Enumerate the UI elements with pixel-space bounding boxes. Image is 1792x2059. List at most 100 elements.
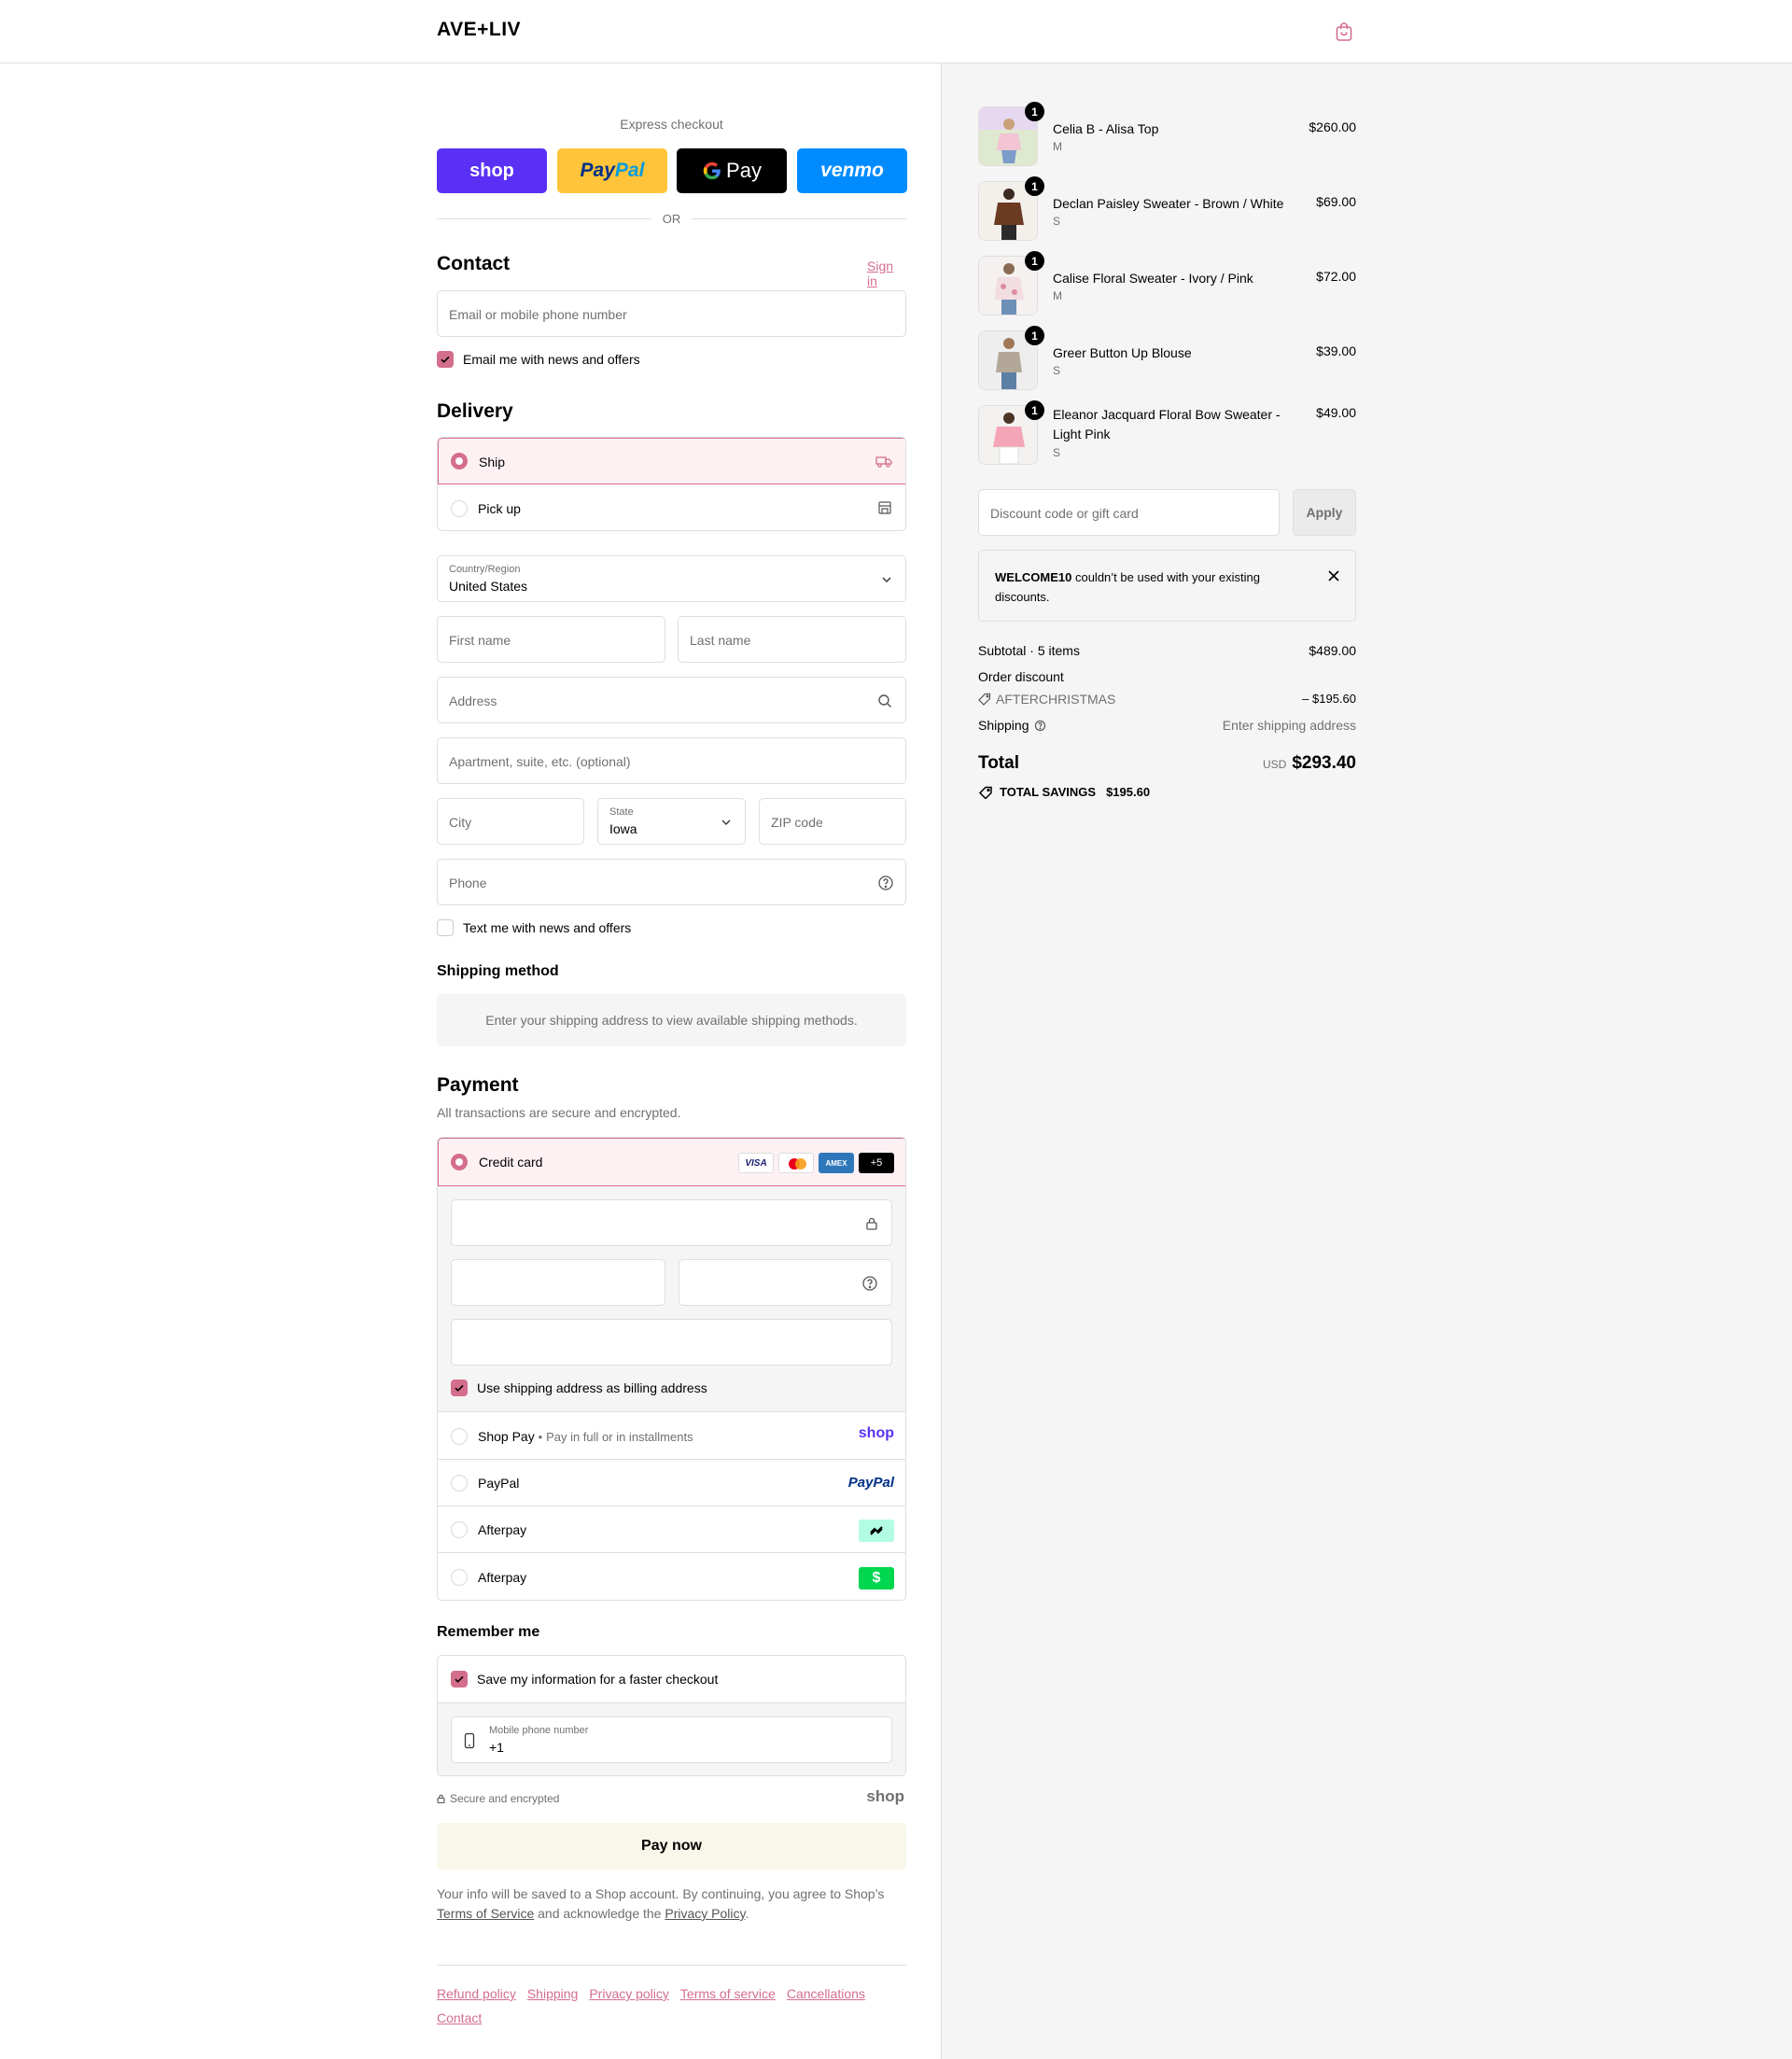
close-icon[interactable] xyxy=(1327,569,1340,582)
billing-same-option[interactable]: Use shipping address as billing address xyxy=(451,1380,707,1396)
product-name: Greer Button Up Blouse xyxy=(1053,345,1192,360)
sms-optin-checkbox[interactable] xyxy=(437,919,454,936)
store-logo[interactable]: AVE+LIV xyxy=(437,19,521,41)
mobile-phone-icon xyxy=(464,1732,475,1749)
sms-optin[interactable]: Text me with news and offers xyxy=(437,919,631,936)
paypal-radio[interactable] xyxy=(451,1475,468,1492)
expiry-field[interactable] xyxy=(451,1259,665,1306)
privacy-policy-footer-link[interactable]: Privacy policy xyxy=(589,1986,669,2001)
shop-pay-button[interactable]: shop xyxy=(437,148,547,193)
paypal-button[interactable]: Pay Pal xyxy=(557,148,667,193)
legal-connector: and acknowledge the xyxy=(538,1906,662,1921)
mobile-phone-value: +1 xyxy=(489,1740,504,1755)
tag-icon xyxy=(978,693,991,706)
email-field[interactable]: Email or mobile phone number xyxy=(437,290,906,337)
pay-now-button[interactable]: Pay now xyxy=(437,1823,906,1870)
apply-label: Apply xyxy=(1306,505,1343,520)
more-cards-badge: +5 xyxy=(859,1153,894,1173)
or-divider: OR xyxy=(437,209,906,228)
zip-field[interactable]: ZIP code xyxy=(759,798,906,845)
save-info-checkbox[interactable] xyxy=(451,1671,468,1688)
contact-link[interactable]: Contact xyxy=(437,2010,482,2025)
venmo-button[interactable]: venmo xyxy=(797,148,907,193)
shipping-label: Shipping xyxy=(978,718,1029,733)
payment-option-afterpay[interactable]: Afterpay xyxy=(438,1506,905,1553)
payment-option-credit-card[interactable]: Credit card VISA AMEX +5 xyxy=(438,1138,905,1186)
check-icon xyxy=(455,1675,464,1683)
discount-code-placeholder: Discount code or gift card xyxy=(990,506,1139,521)
first-name-field[interactable]: First name xyxy=(437,616,665,663)
shop-logo: shop xyxy=(866,1787,904,1805)
product-variant: M xyxy=(1053,289,1062,302)
sign-in-link[interactable]: Sign in xyxy=(867,259,906,288)
sms-optin-label: Text me with news and offers xyxy=(463,920,632,935)
line-item: 1 Declan Paisley Sweater - Brown / White… xyxy=(978,176,1356,246)
shop-pay-label: Shop Pay xyxy=(478,1429,535,1444)
search-icon xyxy=(878,694,891,707)
secure-text: Secure and encrypted xyxy=(450,1792,560,1805)
shipping-policy-link[interactable]: Shipping xyxy=(527,1986,579,2001)
payment-option-cashapp[interactable]: Afterpay $ xyxy=(438,1554,905,1600)
payment-option-shop-pay[interactable]: Shop Pay • Pay in full or in installment… xyxy=(438,1413,905,1460)
help-circle-icon[interactable] xyxy=(1034,720,1046,732)
pickup-radio[interactable] xyxy=(451,500,468,517)
save-info-label: Save my information for a faster checkou… xyxy=(477,1672,719,1687)
apartment-placeholder: Apartment, suite, etc. (optional) xyxy=(449,754,631,769)
mobile-phone-field[interactable]: Mobile phone number +1 xyxy=(451,1716,892,1763)
discount-code-field[interactable]: Discount code or gift card xyxy=(978,489,1280,536)
help-circle-icon[interactable] xyxy=(861,1275,878,1292)
ship-radio[interactable] xyxy=(451,453,468,469)
country-label: Country/Region xyxy=(449,564,521,575)
afterpay-label: Afterpay xyxy=(478,1522,527,1537)
card-brand-list: VISA AMEX +5 xyxy=(738,1153,894,1173)
discount-code-text: AFTERCHRISTMAS xyxy=(996,692,1116,707)
credit-card-form: Use shipping address as billing address xyxy=(438,1186,905,1412)
security-code-field[interactable] xyxy=(679,1259,892,1306)
shop-pay-radio[interactable] xyxy=(451,1428,468,1445)
terms-of-service-footer-link[interactable]: Terms of service xyxy=(680,1986,776,2001)
phone-field[interactable]: Phone xyxy=(437,859,906,905)
card-number-field[interactable] xyxy=(451,1199,892,1246)
last-name-field[interactable]: Last name xyxy=(678,616,906,663)
state-select[interactable]: State Iowa xyxy=(597,798,746,845)
city-field[interactable]: City xyxy=(437,798,584,845)
apply-discount-button[interactable]: Apply xyxy=(1293,489,1356,536)
state-value: Iowa xyxy=(609,821,637,836)
amex-text: AMEX xyxy=(825,1158,847,1168)
store-icon xyxy=(878,501,891,514)
product-name: Calise Floral Sweater - Ivory / Pink xyxy=(1053,271,1253,286)
cancellations-link[interactable]: Cancellations xyxy=(787,1986,865,2001)
product-variant: S xyxy=(1053,364,1061,377)
delivery-option-pickup[interactable]: Pick up xyxy=(438,485,905,530)
afterpay-icon xyxy=(859,1520,894,1542)
cashapp-radio[interactable] xyxy=(451,1569,468,1586)
tag-icon xyxy=(978,786,992,799)
country-select[interactable]: Country/Region United States xyxy=(437,555,906,602)
quantity-badge: 1 xyxy=(1025,251,1044,271)
cashapp-label: Afterpay xyxy=(478,1570,527,1585)
email-optin-checkbox[interactable] xyxy=(437,351,454,368)
credit-card-radio[interactable] xyxy=(451,1154,468,1170)
remember-me-heading: Remember me xyxy=(437,1624,540,1640)
refund-policy-link[interactable]: Refund policy xyxy=(437,1986,516,2001)
discount-code-tag: AFTERCHRISTMAS xyxy=(978,692,1356,707)
footer-divider xyxy=(437,1965,906,1966)
billing-same-checkbox[interactable] xyxy=(451,1380,468,1396)
bullet-separator: • xyxy=(538,1430,543,1444)
google-pay-button[interactable]: Pay xyxy=(677,148,787,193)
discount-error-banner: WELCOME10 couldn’t be used with your exi… xyxy=(978,550,1356,622)
product-price: $72.00 xyxy=(1316,269,1356,284)
save-info-option[interactable]: Save my information for a faster checkou… xyxy=(451,1671,718,1688)
mobile-phone-label: Mobile phone number xyxy=(489,1725,589,1736)
help-circle-icon[interactable] xyxy=(877,875,894,891)
payment-option-paypal[interactable]: PayPal PayPal xyxy=(438,1460,905,1506)
shopping-bag-icon[interactable] xyxy=(1333,21,1355,43)
address-field[interactable]: Address xyxy=(437,677,906,723)
name-on-card-field[interactable] xyxy=(451,1319,892,1366)
email-optin[interactable]: Email me with news and offers xyxy=(437,351,640,368)
privacy-policy-link[interactable]: Privacy Policy xyxy=(665,1906,745,1921)
apartment-field[interactable]: Apartment, suite, etc. (optional) xyxy=(437,737,906,784)
afterpay-radio[interactable] xyxy=(451,1521,468,1538)
delivery-option-ship[interactable]: Ship xyxy=(438,438,905,484)
terms-of-service-link[interactable]: Terms of Service xyxy=(437,1906,534,1921)
